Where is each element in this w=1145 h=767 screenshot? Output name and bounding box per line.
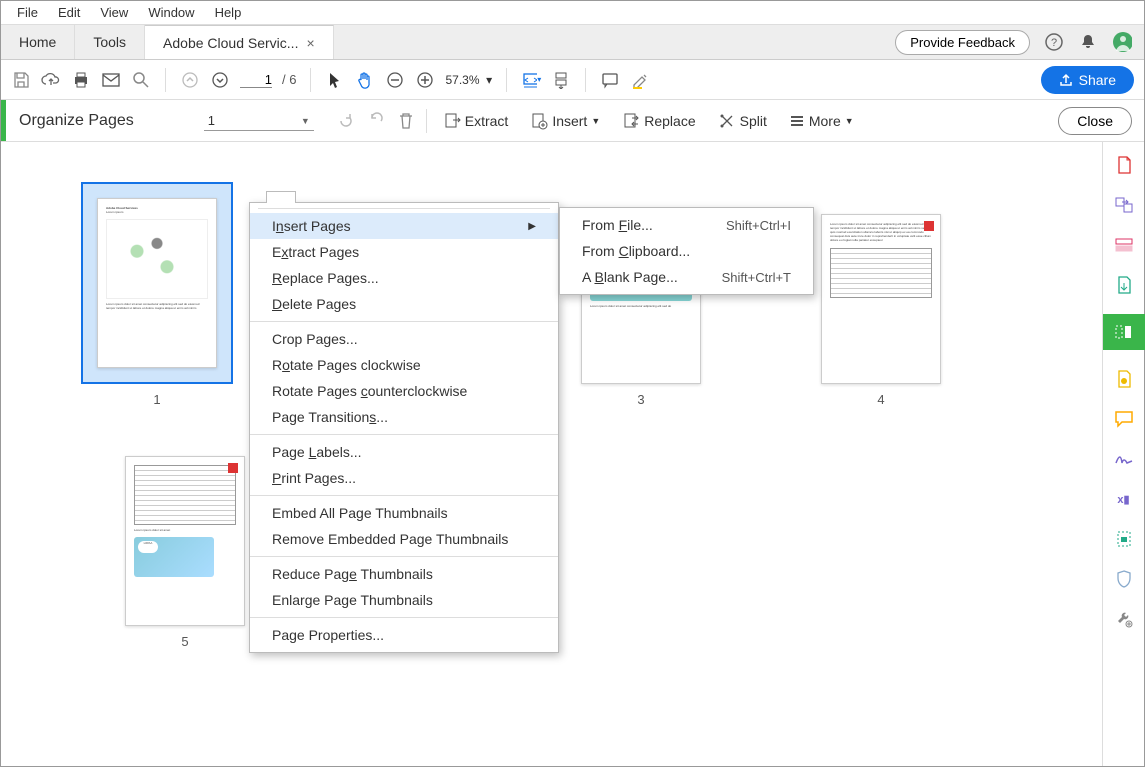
menu-window[interactable]: Window <box>138 3 204 22</box>
share-label: Share <box>1079 72 1116 88</box>
ctx-embed-thumbs[interactable]: Embed All Page Thumbnails <box>250 500 558 526</box>
page-select-value[interactable]: 1 <box>204 111 314 131</box>
ctx-page-transitions[interactable]: Page Transitions... <box>250 404 558 430</box>
sub-from-file[interactable]: From File...Shift+Ctrl+I <box>560 212 813 238</box>
thumb-label: 3 <box>637 392 644 407</box>
ctx-rotate-cw[interactable]: Rotate Pages clockwise <box>250 352 558 378</box>
page-down-icon[interactable] <box>210 70 230 90</box>
main-toolbar: / 6 57.3% ▾ ▾ Share <box>1 60 1144 100</box>
tab-home[interactable]: Home <box>1 25 75 59</box>
thumb-label: 5 <box>181 634 188 649</box>
insert-submenu: From File...Shift+Ctrl+I From Clipboard.… <box>559 207 814 295</box>
chevron-down-icon: ▼ <box>301 116 310 126</box>
scroll-mode-icon[interactable] <box>551 70 571 90</box>
page-total-label: / 6 <box>282 72 296 87</box>
ctx-enlarge-thumbs[interactable]: Enlarge Page Thumbnails <box>250 587 558 613</box>
thumb-label: 1 <box>153 392 160 407</box>
mail-icon[interactable] <box>101 70 121 90</box>
insert-button[interactable]: Insert▼ <box>524 108 606 134</box>
rail-compress-icon[interactable] <box>1113 368 1135 390</box>
replace-button[interactable]: Replace <box>616 108 701 134</box>
rail-sign-icon[interactable] <box>1113 448 1135 470</box>
highlight-icon[interactable] <box>630 70 650 90</box>
organize-title: Organize Pages <box>19 112 134 130</box>
rail-organize-icon[interactable] <box>1103 314 1145 350</box>
ctx-extract-pages[interactable]: Extract Pages <box>250 239 558 265</box>
search-icon[interactable] <box>131 70 151 90</box>
ctx-insert-pages[interactable]: Insert Pages▶ <box>250 213 558 239</box>
avatar[interactable] <box>1112 32 1132 52</box>
share-button[interactable]: Share <box>1041 66 1134 94</box>
right-tool-rail: x▮ <box>1102 142 1144 766</box>
tabbar: Home Tools Adobe Cloud Servic... × Provi… <box>1 25 1144 60</box>
context-menu: Insert Pages▶ Extract Pages Replace Page… <box>249 202 559 653</box>
rail-create-pdf-icon[interactable] <box>1113 154 1135 176</box>
more-button[interactable]: More▼ <box>783 109 860 133</box>
ctx-replace-pages[interactable]: Replace Pages... <box>250 265 558 291</box>
thumb-label: 4 <box>877 392 884 407</box>
rail-more-tools-icon[interactable] <box>1113 608 1135 630</box>
comment-icon[interactable] <box>600 70 620 90</box>
hand-icon[interactable] <box>355 70 375 90</box>
fit-width-icon[interactable]: ▾ <box>521 70 541 90</box>
page-thumb-5[interactable]: Lorem ipsum dolor sit amet HIPAA 5 <box>125 456 245 649</box>
zoom-in-icon[interactable] <box>415 70 435 90</box>
tab-tools[interactable]: Tools <box>75 25 145 59</box>
tab-document-label: Adobe Cloud Servic... <box>163 35 298 51</box>
trash-icon[interactable] <box>396 111 416 131</box>
cloud-upload-icon[interactable] <box>41 70 61 90</box>
ctx-page-properties[interactable]: Page Properties... <box>250 622 558 648</box>
sub-blank-page[interactable]: A Blank Page...Shift+Ctrl+T <box>560 264 813 290</box>
ctx-remove-thumbs[interactable]: Remove Embedded Page Thumbnails <box>250 526 558 552</box>
workspace: Adobe Cloud ServicesLorem ipsum Lorem ip… <box>1 142 1144 766</box>
rail-protect-icon[interactable] <box>1113 528 1135 550</box>
close-button[interactable]: Close <box>1058 107 1132 135</box>
svg-text:?: ? <box>1051 37 1057 49</box>
ctx-print-pages[interactable]: Print Pages... <box>250 465 558 491</box>
tab-document[interactable]: Adobe Cloud Servic... × <box>145 25 334 59</box>
print-icon[interactable] <box>71 70 91 90</box>
page-thumb-1[interactable]: Adobe Cloud ServicesLorem ipsum Lorem ip… <box>81 182 233 407</box>
page-thumb-4[interactable]: Lorem ipsum dolor sit amet consectetur a… <box>821 214 941 407</box>
menu-help[interactable]: Help <box>205 3 252 22</box>
ctx-crop-pages[interactable]: Crop Pages... <box>250 326 558 352</box>
zoom-level[interactable]: 57.3% ▾ <box>445 73 492 87</box>
sub-from-clipboard[interactable]: From Clipboard... <box>560 238 813 264</box>
rail-export-icon[interactable] <box>1113 274 1135 296</box>
extract-button[interactable]: Extract <box>437 108 515 134</box>
organize-bar: Organize Pages 1 ▼ Extract Insert▼ Repla… <box>1 100 1144 142</box>
bell-icon[interactable] <box>1078 32 1098 52</box>
tab-close-icon[interactable]: × <box>306 35 314 51</box>
page-number-input[interactable] <box>240 72 272 88</box>
menu-edit[interactable]: Edit <box>48 3 90 22</box>
rotate-cw-icon[interactable] <box>366 111 386 131</box>
rail-edit-icon[interactable] <box>1113 234 1135 256</box>
pointer-icon[interactable] <box>325 70 345 90</box>
save-icon[interactable] <box>11 70 31 90</box>
rail-redact-icon[interactable]: x▮ <box>1113 488 1135 510</box>
page-up-icon[interactable] <box>180 70 200 90</box>
menu-file[interactable]: File <box>7 3 48 22</box>
menubar: File Edit View Window Help <box>1 1 1144 25</box>
split-button[interactable]: Split <box>712 108 773 134</box>
rail-shield-icon[interactable] <box>1113 568 1135 590</box>
thumbnail-canvas[interactable]: Adobe Cloud ServicesLorem ipsum Lorem ip… <box>1 142 1102 766</box>
ctx-rotate-ccw[interactable]: Rotate Pages counterclockwise <box>250 378 558 404</box>
zoom-out-icon[interactable] <box>385 70 405 90</box>
rail-combine-icon[interactable] <box>1113 194 1135 216</box>
ctx-reduce-thumbs[interactable]: Reduce Page Thumbnails <box>250 561 558 587</box>
ctx-delete-pages[interactable]: Delete Pages <box>250 291 558 317</box>
ctx-page-labels[interactable]: Page Labels... <box>250 439 558 465</box>
rotate-ccw-icon[interactable] <box>336 111 356 131</box>
rail-comment-icon[interactable] <box>1113 408 1135 430</box>
provide-feedback-button[interactable]: Provide Feedback <box>895 30 1030 55</box>
menu-view[interactable]: View <box>90 3 138 22</box>
help-icon[interactable]: ? <box>1044 32 1064 52</box>
